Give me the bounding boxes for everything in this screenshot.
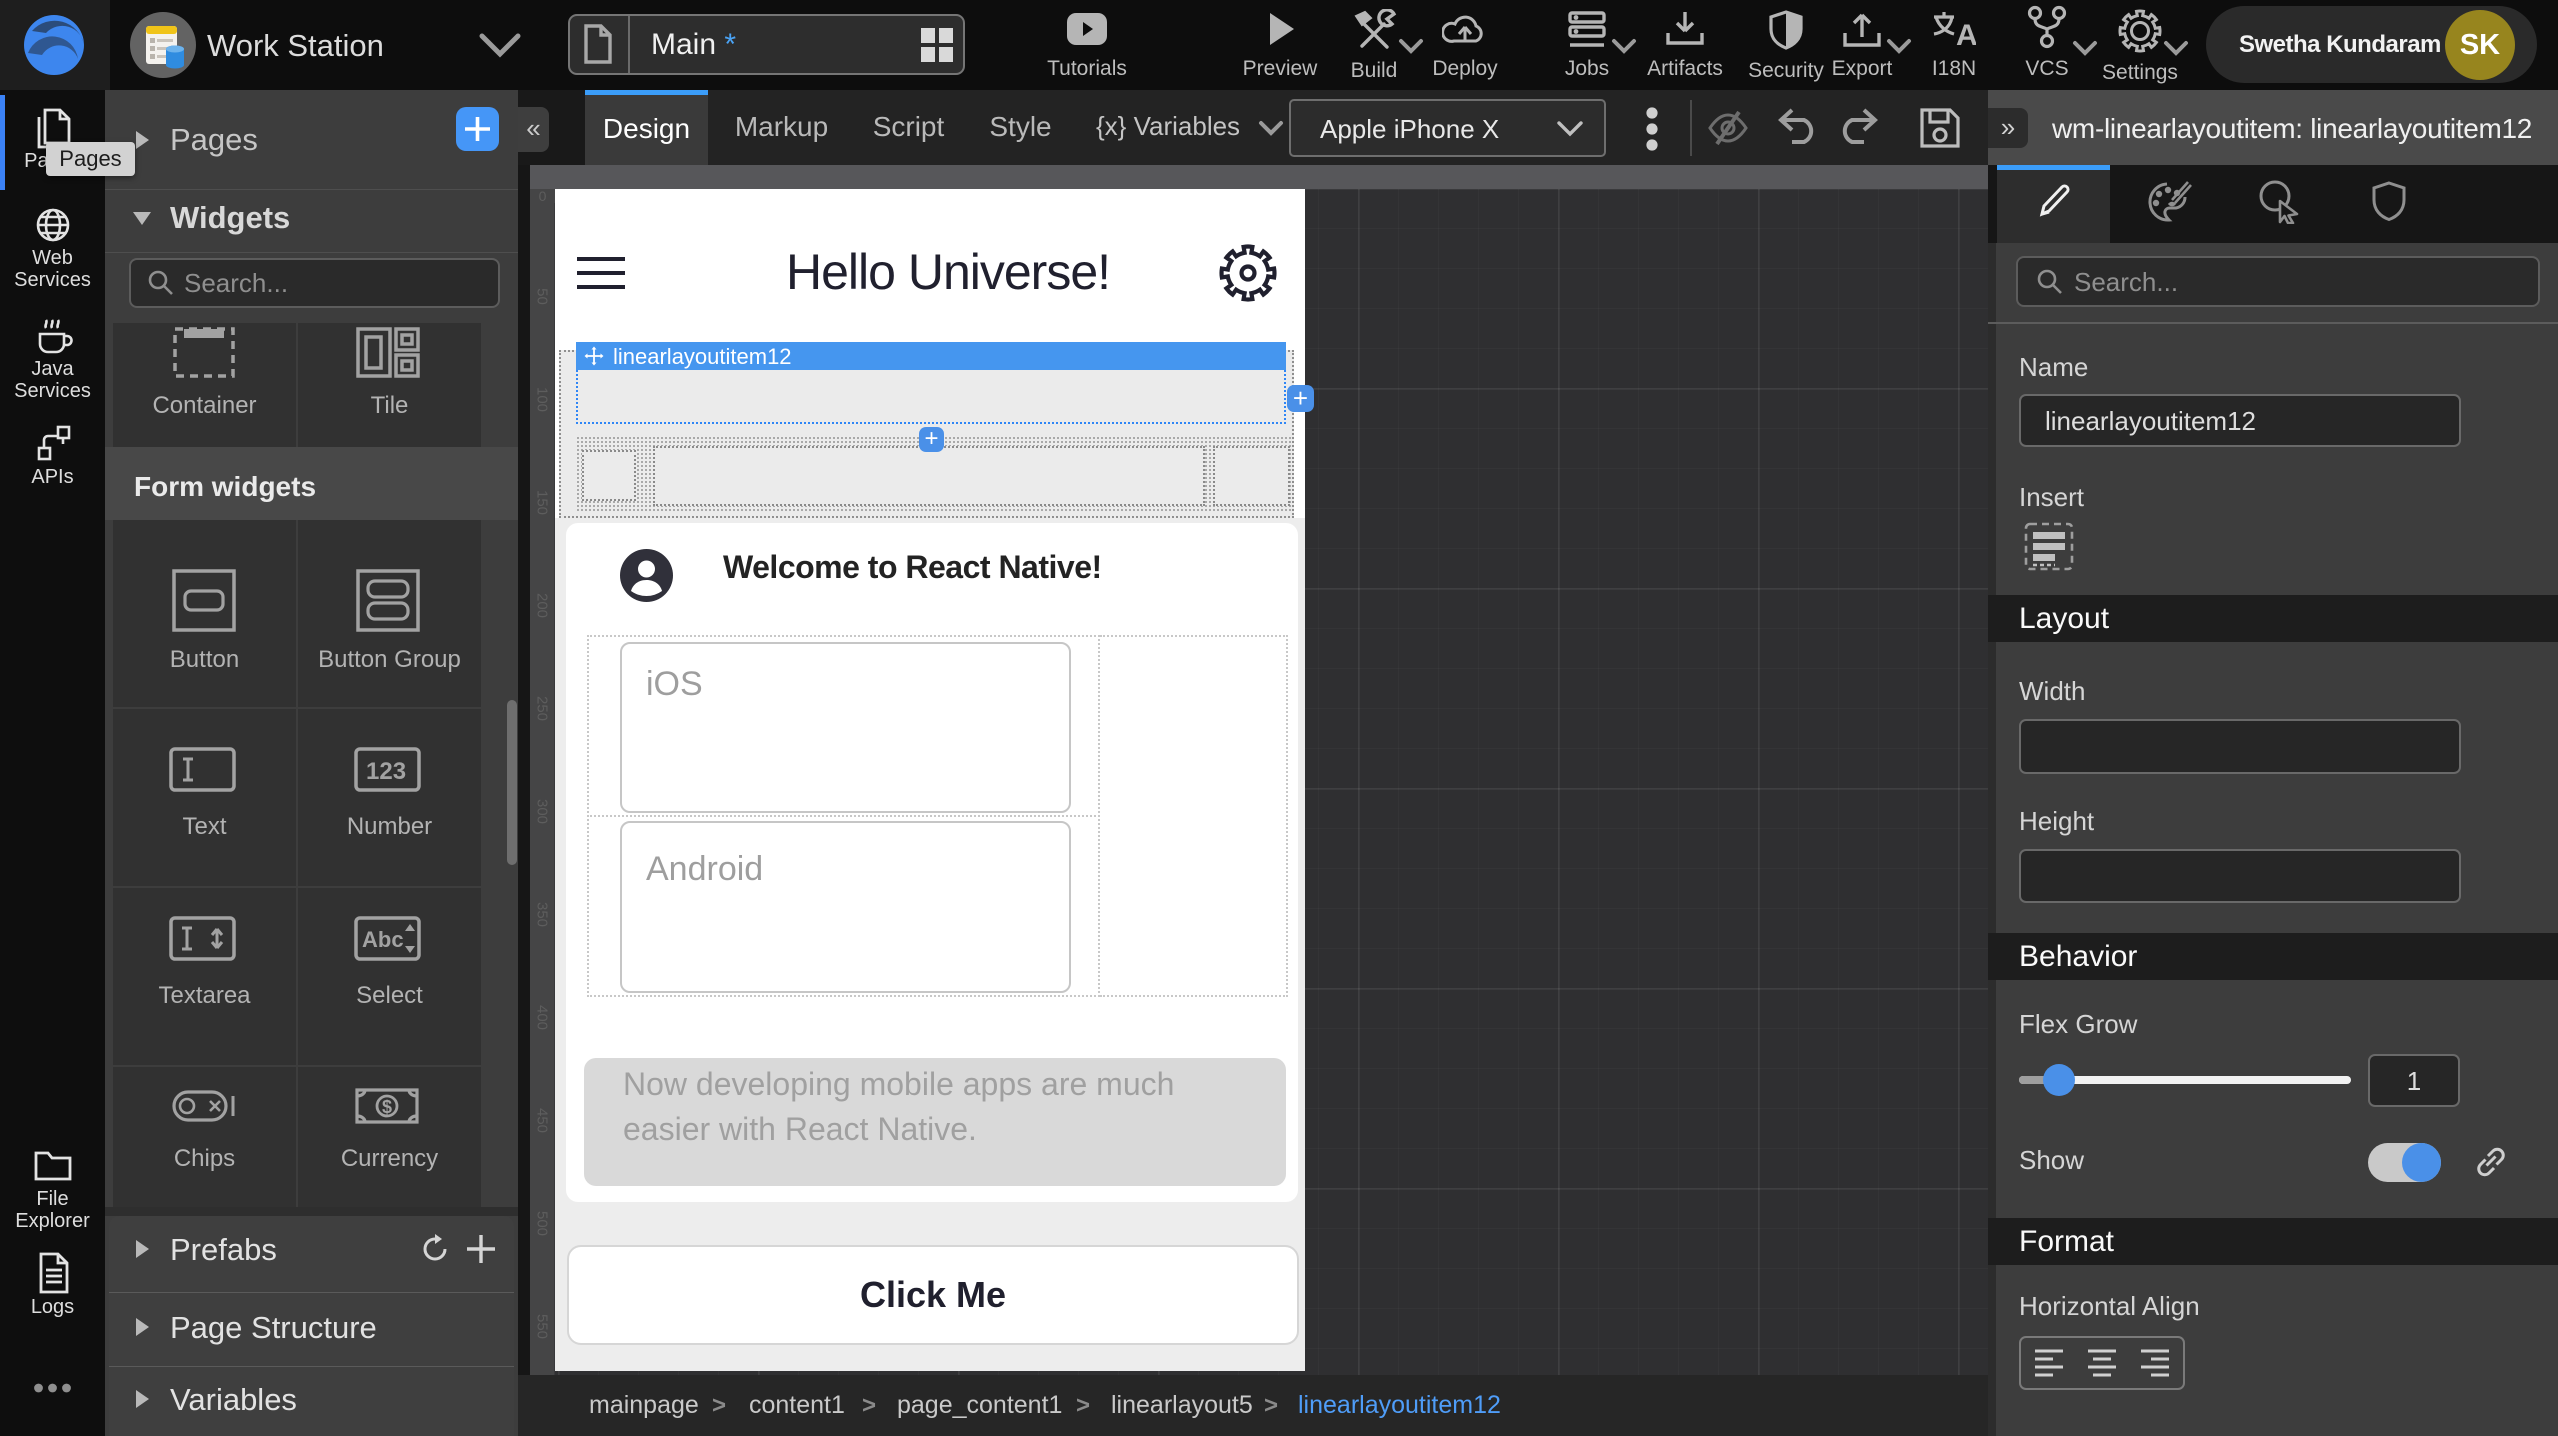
svg-text:$: $ — [382, 1097, 392, 1117]
svg-text:123: 123 — [366, 758, 406, 785]
svg-text:A: A — [1956, 19, 1976, 49]
svg-text:Abc: Abc — [362, 927, 404, 952]
